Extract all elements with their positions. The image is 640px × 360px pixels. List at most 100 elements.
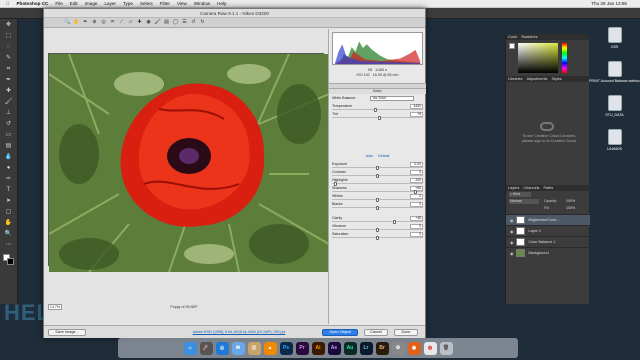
desktop-icon[interactable]: U16650S: [589, 129, 640, 151]
auto-link[interactable]: Auto: [366, 154, 373, 158]
slider-thumb[interactable]: [392, 219, 396, 224]
marquee-tool-icon[interactable]: ⬚: [4, 32, 13, 41]
hue-slider[interactable]: [562, 43, 567, 73]
menu-select[interactable]: Select: [140, 1, 153, 6]
white-balance-tool-icon[interactable]: ✒: [82, 19, 89, 26]
tab-color[interactable]: Color: [508, 35, 517, 39]
slider-thumb[interactable]: [376, 165, 379, 170]
premiere-icon[interactable]: Pr: [295, 341, 309, 355]
menu-window[interactable]: Window: [194, 1, 210, 6]
move-tool-icon[interactable]: ✥: [4, 21, 13, 30]
zoom-tool-icon[interactable]: 🔍: [4, 230, 13, 239]
visibility-eye-icon[interactable]: ◉: [510, 240, 513, 245]
menu-file[interactable]: File: [55, 1, 62, 6]
pen-tool-icon[interactable]: ✑: [4, 175, 13, 184]
color-picker-field[interactable]: [518, 43, 558, 73]
slider-thumb[interactable]: [376, 173, 379, 178]
rotate-left-icon[interactable]: ↺: [190, 19, 197, 26]
spot-removal-icon[interactable]: ✚: [136, 19, 143, 26]
layer-row[interactable]: ◉ Layer 1: [506, 225, 590, 236]
desktop-icon[interactable]: PRINT Account Balance.webloc: [589, 61, 640, 83]
mail-icon[interactable]: ✉: [231, 341, 245, 355]
brush-tool-icon[interactable]: 🖌: [4, 98, 13, 107]
history-brush-icon[interactable]: ↺: [4, 120, 13, 129]
chrome-icon[interactable]: ◍: [423, 341, 437, 355]
blend-mode-select[interactable]: Normal: [509, 199, 539, 204]
eraser-tool-icon[interactable]: ▭: [4, 131, 13, 140]
more-tools-icon[interactable]: ⋯: [4, 241, 13, 250]
slider-thumb[interactable]: [413, 189, 417, 194]
slider-value-field[interactable]: 0: [410, 224, 423, 229]
done-button[interactable]: Done: [394, 329, 418, 336]
slider-track[interactable]: [332, 109, 423, 111]
menu-clock[interactable]: Thu 28 Jan 13:56: [591, 1, 627, 6]
menu-edit[interactable]: Edit: [70, 1, 78, 6]
menu-image[interactable]: Image: [85, 1, 98, 6]
slider-thumb[interactable]: [333, 181, 337, 186]
dodge-tool-icon[interactable]: ●: [4, 164, 13, 173]
visibility-eye-icon[interactable]: ◉: [510, 218, 513, 223]
menu-view[interactable]: View: [177, 1, 187, 6]
slider-thumb[interactable]: [376, 205, 379, 210]
finder-icon[interactable]: ☺: [183, 341, 197, 355]
layer-row[interactable]: ◉ Brightness/Contr...: [506, 214, 590, 225]
settings-icon[interactable]: ⚙: [391, 341, 405, 355]
tab-libraries[interactable]: Libraries: [508, 77, 523, 81]
path-select-icon[interactable]: ➤: [4, 197, 13, 206]
opacity-value[interactable]: 100%: [566, 199, 575, 203]
slider-track[interactable]: [332, 191, 423, 193]
gradient-tool-icon[interactable]: ▤: [4, 142, 13, 151]
fg-bg-swatch-icon[interactable]: [509, 43, 515, 49]
targeted-adjust-icon[interactable]: ◎: [100, 19, 107, 26]
stamp-tool-icon[interactable]: ⊥: [4, 109, 13, 118]
slider-value-field[interactable]: +8: [410, 112, 423, 117]
illustrator-icon[interactable]: Ai: [311, 341, 325, 355]
slider-value-field[interactable]: -100: [410, 178, 423, 183]
safari-icon[interactable]: ◎: [215, 341, 229, 355]
lightroom-icon[interactable]: Lr: [359, 341, 373, 355]
photoshop-icon[interactable]: Ps: [279, 341, 293, 355]
tab-paths[interactable]: Paths: [543, 186, 553, 190]
visibility-eye-icon[interactable]: ◉: [510, 251, 513, 256]
hand-tool-icon[interactable]: ✋: [73, 19, 80, 26]
audition-icon[interactable]: Au: [343, 341, 357, 355]
slider-value-field[interactable]: 0: [410, 194, 423, 199]
vlc-icon[interactable]: ▲: [263, 341, 277, 355]
tab-adjustments[interactable]: Adjustments: [527, 77, 548, 81]
hand-tool-icon[interactable]: ✋: [4, 219, 13, 228]
fill-value[interactable]: 100%: [566, 206, 575, 210]
eyedropper-tool-icon[interactable]: ✒: [4, 76, 13, 85]
slider-value-field[interactable]: 0.00: [410, 162, 423, 167]
after-effects-icon[interactable]: Ae: [327, 341, 341, 355]
radial-filter-icon[interactable]: ◯: [172, 19, 179, 26]
slider-thumb[interactable]: [376, 227, 379, 232]
slider-thumb[interactable]: [376, 235, 379, 240]
layer-row[interactable]: ◉ Background: [506, 247, 590, 258]
shape-tool-icon[interactable]: ▢: [4, 208, 13, 217]
blur-tool-icon[interactable]: 💧: [4, 153, 13, 162]
menu-help[interactable]: Help: [217, 1, 226, 6]
layer-filter-select[interactable]: ⌕ Kind: [509, 192, 531, 197]
crop-tool-icon[interactable]: ⌗: [109, 19, 116, 26]
graduated-filter-icon[interactable]: ▤: [163, 19, 170, 26]
desktop-icon[interactable]: OSS: [589, 27, 640, 49]
apple-menu[interactable]: : [6, 1, 9, 6]
menu-filter[interactable]: Filter: [160, 1, 170, 6]
healing-tool-icon[interactable]: ✚: [4, 87, 13, 96]
cancel-button[interactable]: Cancel: [364, 329, 388, 336]
color-sampler-icon[interactable]: ⊕: [91, 19, 98, 26]
type-tool-icon[interactable]: T: [4, 186, 13, 195]
tab-styles[interactable]: Styles: [551, 77, 561, 81]
workflow-options-link[interactable]: Adobe RGB (1998); 8 bit; 6016 by 4000 (2…: [169, 330, 309, 334]
slider-thumb[interactable]: [377, 115, 381, 120]
lasso-tool-icon[interactable]: ◌: [4, 43, 13, 52]
zoom-select[interactable]: 13.7%: [48, 304, 62, 310]
transform-tool-icon[interactable]: ▱: [127, 19, 134, 26]
preferences-icon[interactable]: ☰: [181, 19, 188, 26]
white-balance-select[interactable]: As Shot: [370, 96, 414, 101]
trash-icon[interactable]: 🗑: [439, 341, 453, 355]
default-link[interactable]: Default: [378, 154, 389, 158]
menu-type[interactable]: Type: [123, 1, 133, 6]
rotate-right-icon[interactable]: ↻: [199, 19, 206, 26]
zoom-tool-icon[interactable]: 🔍: [64, 19, 71, 26]
